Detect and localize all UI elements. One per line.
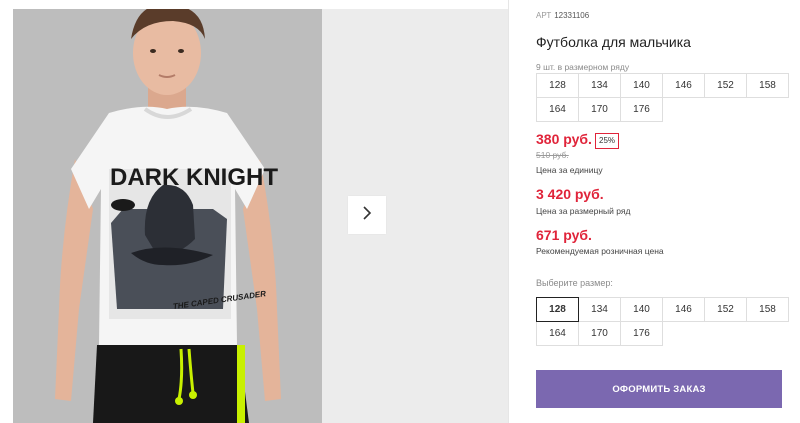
product-title: Футболка для мальчика: [536, 34, 691, 50]
boy-in-tshirt-image: DARK KNIGHT THE CAPED CRUSADER: [13, 9, 322, 423]
unit-price-caption: Цена за единицу: [536, 165, 603, 175]
size-picker-label: Выберите размер:: [536, 278, 613, 288]
panel-divider: [508, 0, 509, 423]
print-title: DARK KNIGHT: [110, 164, 278, 191]
product-gallery: DARK KNIGHT THE CAPED CRUSADER: [0, 0, 508, 423]
old-price: 510 руб.: [536, 150, 569, 160]
discount-badge: 25%: [595, 133, 620, 149]
size-set-cell: 134: [578, 73, 621, 98]
sku-label: АРТ: [536, 11, 552, 20]
size-set-grid: 128 134 140 146 152 158 164 170 176: [536, 73, 789, 122]
size-set-cell: 164: [536, 97, 579, 122]
size-set-note: 9 шт. в размерном ряду: [536, 62, 630, 72]
size-option-146[interactable]: 146: [662, 297, 705, 322]
size-option-140[interactable]: 140: [620, 297, 663, 322]
size-option-176[interactable]: 176: [620, 321, 663, 346]
next-image-button[interactable]: [348, 196, 386, 234]
size-set-cell: 176: [620, 97, 663, 122]
size-option-164[interactable]: 164: [536, 321, 579, 346]
retail-price: 671 руб.: [536, 227, 592, 243]
size-option-170[interactable]: 170: [578, 321, 621, 346]
retail-price-caption: Рекомендуемая розничная цена: [536, 246, 664, 256]
size-option-152[interactable]: 152: [704, 297, 747, 322]
order-button[interactable]: ОФОРМИТЬ ЗАКАЗ: [536, 370, 782, 408]
set-price-caption: Цена за размерный ряд: [536, 206, 631, 216]
size-option-158[interactable]: 158: [746, 297, 789, 322]
size-set-cell: 140: [620, 73, 663, 98]
product-photo[interactable]: DARK KNIGHT THE CAPED CRUSADER: [13, 9, 322, 423]
size-option-134[interactable]: 134: [578, 297, 621, 322]
size-set-cell: 128: [536, 73, 579, 98]
size-option-128[interactable]: 128: [536, 297, 579, 322]
size-set-cell: 146: [662, 73, 705, 98]
chevron-right-icon: [361, 205, 373, 226]
size-picker: 128 134 140 146 152 158 164 170 176: [536, 297, 789, 346]
set-price: 3 420 руб.: [536, 186, 604, 202]
size-set-cell: 158: [746, 73, 789, 98]
size-set-cell: 152: [704, 73, 747, 98]
size-set-cell: 170: [578, 97, 621, 122]
unit-price: 380 руб.: [536, 131, 592, 147]
sku-number: 12331106: [554, 11, 590, 20]
sku: АРТ 12331106: [536, 11, 589, 20]
